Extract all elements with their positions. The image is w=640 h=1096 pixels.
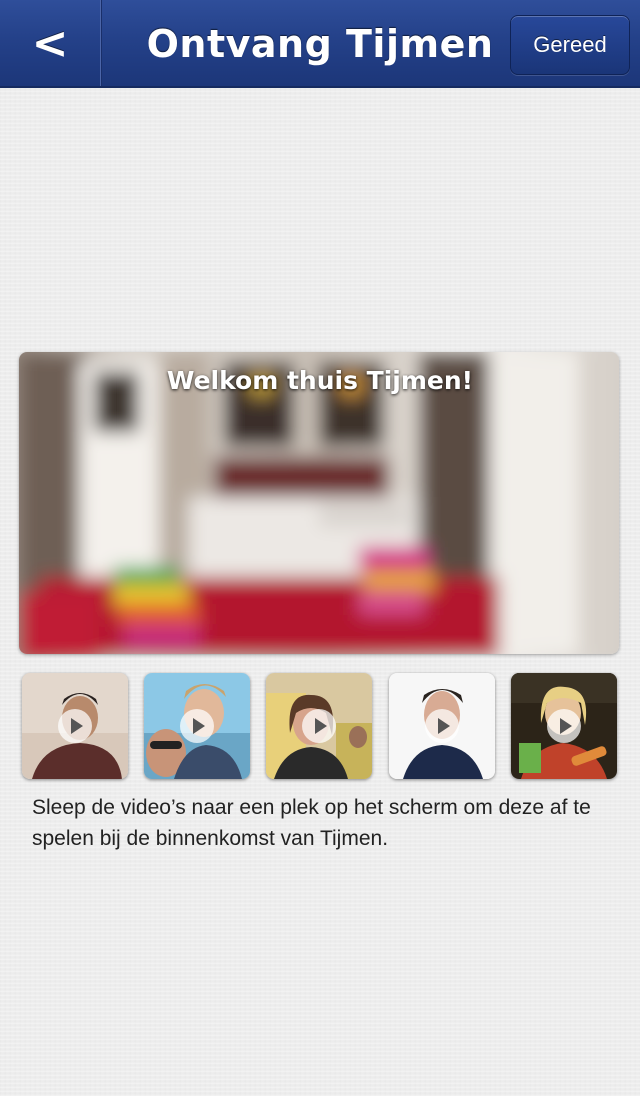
video-thumbnail[interactable] [144, 673, 250, 779]
play-icon [425, 709, 459, 743]
page-title: Ontvang Tijmen [146, 22, 494, 66]
instruction-text: Sleep de video’s naar een plek op het sc… [32, 796, 591, 850]
video-thumbnail-strip [0, 673, 640, 781]
video-thumbnail[interactable] [511, 673, 617, 779]
back-button[interactable]: < [0, 0, 101, 86]
play-icon [547, 709, 581, 743]
play-icon [302, 709, 336, 743]
hero-background-image[interactable] [19, 352, 619, 654]
video-thumbnail[interactable] [389, 673, 495, 779]
video-thumbnail[interactable] [22, 673, 128, 779]
done-button[interactable]: Gereed [510, 15, 630, 75]
play-icon [58, 709, 92, 743]
navigation-bar: < Ontvang Tijmen Gereed [0, 0, 640, 88]
blurred-room-photo [19, 352, 619, 654]
video-thumbnail[interactable] [266, 673, 372, 779]
play-icon [180, 709, 214, 743]
welcome-caption: Welkom thuis Tijmen! [166, 366, 474, 395]
